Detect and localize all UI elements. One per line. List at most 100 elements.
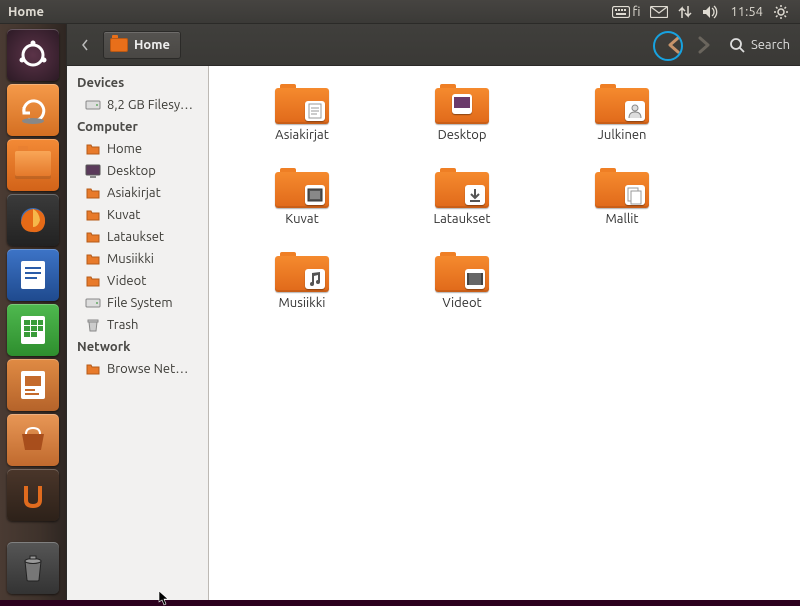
nautilus-icon-pane[interactable]: Asiakirjat Desktop Julkinen Kuvat Lataukset M… (209, 66, 800, 600)
launcher-dash[interactable] (7, 29, 59, 81)
keyboard-layout-label: fi (632, 5, 640, 19)
drive-icon (85, 97, 101, 113)
sidebar-header-network: Network (71, 336, 204, 358)
folder-icon (275, 168, 329, 208)
videos-badge-icon (465, 269, 485, 289)
downloads-badge-icon (465, 185, 485, 205)
folder-icon (275, 252, 329, 292)
mouse-cursor (158, 590, 170, 606)
public-badge-icon (625, 101, 645, 121)
unity-launcher (0, 24, 66, 600)
session-indicator[interactable] (768, 0, 794, 23)
desktop-badge-icon (452, 94, 472, 114)
sidebar-item-label: Browse Net… (107, 362, 188, 376)
sidebar-item-label: Lataukset (107, 230, 164, 244)
clock-indicator[interactable]: 11:54 (725, 0, 768, 23)
folder-label: Videot (442, 296, 481, 310)
sidebar-item-computer-8[interactable]: Trash (71, 314, 204, 336)
top-panel: Home fi 11:54 (0, 0, 800, 24)
gear-icon (773, 4, 789, 20)
clock-label: 11:54 (730, 5, 763, 19)
pictures-badge-icon (305, 185, 325, 205)
folder-icon (85, 361, 101, 377)
folder-icon (435, 168, 489, 208)
sidebar-item-computer-5[interactable]: Musiikki (71, 248, 204, 270)
breadcrumb[interactable]: Home (103, 31, 181, 59)
sidebar-item-label: Trash (107, 318, 138, 332)
templates-badge-icon (625, 185, 645, 205)
sidebar-item-computer-4[interactable]: Lataukset (71, 226, 204, 248)
folder-label: Julkinen (598, 128, 647, 142)
launcher-update-manager[interactable] (7, 84, 59, 136)
folder-label: Kuvat (285, 212, 318, 226)
sidebar-item-label: 8,2 GB Filesy… (107, 98, 193, 112)
mail-indicator[interactable] (645, 0, 673, 23)
folder-icon (595, 84, 649, 124)
path-toggle-button[interactable] (73, 33, 97, 57)
doc-badge-icon (305, 101, 325, 121)
launcher-ubuntu-one[interactable] (7, 469, 59, 521)
sidebar-item-computer-0[interactable]: Home (71, 138, 204, 160)
folder-icon (275, 84, 329, 124)
sidebar-item-computer-2[interactable]: Asiakirjat (71, 182, 204, 204)
sidebar-item-devices-0[interactable]: 8,2 GB Filesy… (71, 94, 204, 116)
volume-indicator[interactable] (697, 0, 725, 23)
sidebar-item-label: Kuvat (107, 208, 140, 222)
folder-icon (85, 185, 101, 201)
folder-label: Lataukset (434, 212, 491, 226)
drive-icon (85, 295, 101, 311)
folder-label: Musiikki (279, 296, 326, 310)
window-title: Home (8, 5, 44, 19)
keyboard-indicator[interactable]: fi (607, 0, 645, 23)
sidebar-item-computer-7[interactable]: File System (71, 292, 204, 314)
sidebar-item-label: Musiikki (107, 252, 154, 266)
sidebar-item-network-0[interactable]: Browse Net… (71, 358, 204, 380)
nautilus-toolbar: Home Search (67, 24, 800, 66)
music-badge-icon (305, 269, 325, 289)
network-indicator[interactable] (673, 0, 697, 23)
folder-kuvat[interactable]: Kuvat (227, 164, 377, 230)
launcher-firefox[interactable] (7, 194, 59, 246)
launcher-trash[interactable] (7, 542, 59, 594)
folder-icon (85, 251, 101, 267)
folder-icon (85, 141, 101, 157)
sidebar-item-label: Videot (107, 274, 146, 288)
folder-asiakirjat[interactable]: Asiakirjat (227, 80, 377, 146)
folder-videot[interactable]: Videot (387, 248, 537, 314)
search-icon (729, 37, 745, 53)
folder-desktop[interactable]: Desktop (387, 80, 537, 146)
folder-mallit[interactable]: Mallit (547, 164, 697, 230)
launcher-nautilus[interactable] (7, 139, 59, 191)
nav-forward-button[interactable] (691, 33, 715, 57)
trash-icon (85, 317, 101, 333)
sidebar-item-computer-6[interactable]: Videot (71, 270, 204, 292)
sidebar-item-label: Asiakirjat (107, 186, 161, 200)
sidebar-header-computer: Computer (71, 116, 204, 138)
folder-musiikki[interactable]: Musiikki (227, 248, 377, 314)
folder-julkinen[interactable]: Julkinen (547, 80, 697, 146)
folder-icon (435, 84, 489, 124)
search-label: Search (751, 38, 790, 52)
launcher-calc[interactable] (7, 304, 59, 356)
nautilus-sidebar: Devices 8,2 GB Filesy… Computer Home Desk… (67, 66, 209, 600)
folder-label: Asiakirjat (275, 128, 329, 142)
launcher-software-center[interactable] (7, 414, 59, 466)
breadcrumb-label: Home (134, 38, 170, 52)
sidebar-item-computer-3[interactable]: Kuvat (71, 204, 204, 226)
folder-icon (85, 273, 101, 289)
folder-label: Mallit (605, 212, 638, 226)
launcher-writer[interactable] (7, 249, 59, 301)
sidebar-item-label: Desktop (107, 164, 156, 178)
sidebar-item-computer-1[interactable]: Desktop (71, 160, 204, 182)
folder-lataukset[interactable]: Lataukset (387, 164, 537, 230)
folder-label: Desktop (438, 128, 487, 142)
folder-icon (435, 252, 489, 292)
sidebar-item-label: File System (107, 296, 173, 310)
launcher-impress[interactable] (7, 359, 59, 411)
search-button[interactable]: Search (729, 37, 790, 53)
sidebar-header-devices: Devices (71, 72, 204, 94)
home-folder-icon (110, 38, 128, 52)
folder-icon (85, 207, 101, 223)
arrow-right-icon (692, 34, 714, 56)
folder-icon (85, 229, 101, 245)
